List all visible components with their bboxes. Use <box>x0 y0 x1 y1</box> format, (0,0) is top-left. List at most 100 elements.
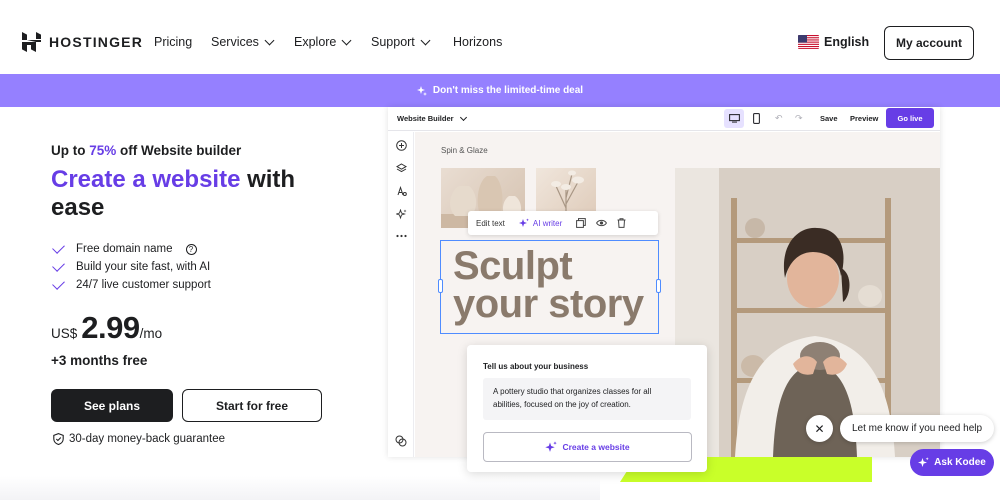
check-icon <box>52 241 65 254</box>
ai-sparkle-icon <box>518 218 529 227</box>
ask-kodee-label: Ask Kodee <box>934 457 986 468</box>
ai-panel-title: Tell us about your business <box>483 362 589 371</box>
undo-icon[interactable]: ↶ <box>775 113 783 124</box>
trash-icon[interactable] <box>617 218 626 228</box>
ai-business-panel: Tell us about your business A pottery st… <box>467 345 707 472</box>
check-icon <box>52 277 65 290</box>
bonus-text: +3 months free <box>51 353 148 368</box>
guarantee: 30-day money-back guarantee <box>53 433 225 445</box>
nav-services[interactable]: Services <box>211 35 294 49</box>
site-heading-line1: Sculpt <box>453 244 573 288</box>
chevron-down-icon <box>264 35 275 45</box>
language-label: English <box>824 35 870 49</box>
nav-links: Pricing Services Explore Support Horizon… <box>154 35 502 49</box>
builder-toolbar: Website Builder ↶ ↷ Save Preview Go live <box>388 107 940 131</box>
desktop-view-button[interactable] <box>724 109 744 128</box>
text-edit-toolbar: Edit text AI writer <box>468 211 658 235</box>
more-icon[interactable] <box>395 230 407 242</box>
feature-label: Free domain name <box>76 243 173 255</box>
close-icon: ✕ <box>814 421 825 436</box>
top-nav: HOSTINGER Pricing Services Explore Suppo… <box>0 0 1000 74</box>
headline-accent: Create a website <box>51 166 241 193</box>
site-brand-name: Spin & Glaze <box>441 146 488 155</box>
redo-icon[interactable]: ↷ <box>795 113 803 124</box>
builder-selector[interactable]: Website Builder <box>397 113 467 123</box>
resize-handle-right[interactable] <box>656 279 661 293</box>
language-selector[interactable]: English <box>798 35 869 49</box>
add-icon[interactable] <box>395 139 407 151</box>
see-plans-button[interactable]: See plans <box>51 389 173 422</box>
guarantee-text: 30-day money-back guarantee <box>69 433 225 445</box>
nav-support[interactable]: Support <box>371 35 453 49</box>
start-for-free-button[interactable]: Start for free <box>182 389 322 422</box>
price: US$ 2.99 /mo <box>51 310 162 346</box>
feature-label: 24/7 live customer support <box>76 279 211 291</box>
styles-icon[interactable] <box>395 185 407 197</box>
create-website-label: Create a website <box>562 442 630 452</box>
site-heading: Sculpt your story <box>453 244 644 326</box>
potter-photo[interactable] <box>675 168 940 457</box>
builder-preview-button[interactable]: Preview <box>850 114 878 123</box>
nav-explore-label: Explore <box>294 35 337 49</box>
ask-kodee-button[interactable]: Ask Kodee <box>910 449 994 476</box>
settings-icon[interactable] <box>395 435 407 447</box>
nav-horizons[interactable]: Horizons <box>453 35 502 49</box>
chat-bubble-text: Let me know if you need help <box>851 423 983 434</box>
builder-sidebar <box>388 132 414 457</box>
go-live-button[interactable]: Go live <box>886 108 934 128</box>
page-title: Create a website with ease <box>51 166 351 222</box>
feature-item: Free domain name ? <box>52 240 211 258</box>
help-icon[interactable]: ? <box>185 243 197 255</box>
deal-banner[interactable]: Don't miss the limited-time deal <box>0 74 1000 107</box>
mobile-icon <box>752 113 760 124</box>
promo-suffix: off Website builder <box>116 143 242 158</box>
selected-text-block[interactable]: Sculpt your story <box>438 240 661 334</box>
shield-check-icon <box>53 433 64 445</box>
chevron-down-icon <box>420 35 431 45</box>
chevron-down-icon <box>341 35 352 45</box>
create-website-button[interactable]: Create a website <box>483 432 692 462</box>
desktop-icon <box>728 114 740 123</box>
logo[interactable]: HOSTINGER <box>22 32 143 52</box>
builder-selector-label: Website Builder <box>397 114 454 123</box>
feature-item: Build your site fast, with AI <box>52 258 211 276</box>
layers-icon[interactable] <box>395 162 407 174</box>
nav-explore[interactable]: Explore <box>294 35 371 49</box>
price-period: /mo <box>139 326 163 341</box>
chat-bubble[interactable]: Let me know if you need help <box>840 415 994 442</box>
mobile-view-button[interactable] <box>748 109 764 128</box>
logo-text: HOSTINGER <box>49 34 144 50</box>
deal-banner-text: Don't miss the limited-time deal <box>432 85 584 96</box>
business-description-input[interactable]: A pottery studio that organizes classes … <box>483 378 691 420</box>
my-account-button[interactable]: My account <box>884 26 974 60</box>
ai-writer-button[interactable]: AI writer <box>518 218 563 228</box>
feature-list: Free domain name ? Build your site fast,… <box>52 240 211 294</box>
feature-item: 24/7 live customer support <box>52 276 211 294</box>
close-chat-button[interactable]: ✕ <box>806 415 833 442</box>
sparkle-icon <box>416 85 427 96</box>
nav-pricing[interactable]: Pricing <box>154 35 211 49</box>
price-currency: US$ <box>51 326 78 341</box>
nav-support-label: Support <box>371 35 415 49</box>
builder-save-button[interactable]: Save <box>820 114 838 123</box>
page-bottom-fade <box>0 476 600 500</box>
check-icon <box>52 259 65 272</box>
site-heading-line2: your story <box>453 282 644 326</box>
promo-text: Up to 75% off Website builder <box>51 143 241 158</box>
ai-sparkle-icon <box>918 457 929 467</box>
promo-prefix: Up to <box>51 143 90 158</box>
resize-handle-left[interactable] <box>438 279 443 293</box>
toolbar-icon-group <box>576 218 626 228</box>
nav-pricing-label: Pricing <box>154 35 193 49</box>
ai-sparkle-icon[interactable] <box>395 208 407 220</box>
promo-discount: 75% <box>89 143 117 158</box>
duplicate-icon[interactable] <box>576 218 587 228</box>
chevron-down-icon <box>459 113 467 121</box>
feature-label: Build your site fast, with AI <box>76 261 211 273</box>
edit-text-button[interactable]: Edit text <box>476 219 505 228</box>
nav-horizons-label: Horizons <box>453 35 503 49</box>
us-flag-icon <box>798 35 819 49</box>
ai-writer-label: AI writer <box>532 218 563 228</box>
eye-icon[interactable] <box>596 218 608 228</box>
ai-sparkle-icon <box>545 441 558 452</box>
